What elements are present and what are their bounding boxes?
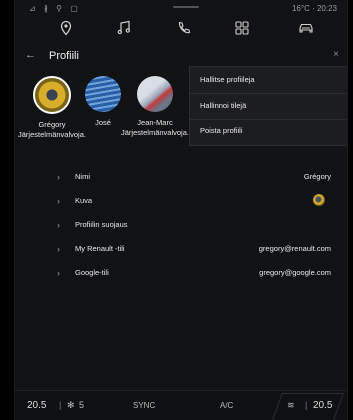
fan-level[interactable]: 5 (79, 400, 84, 410)
setting-label: Google-tili (75, 268, 109, 277)
car-icon[interactable] (297, 20, 315, 38)
profile-options-menu: Hallitse profiileja Hallinnoi tilejä Poi… (189, 66, 347, 146)
setting-label: Kuva (75, 196, 93, 205)
chevron-right-icon: › (57, 196, 60, 206)
page-title: Profiili (49, 50, 79, 62)
profile-name: Jean-Marc (137, 118, 173, 127)
chevron-right-icon: › (57, 172, 60, 182)
profile-role: Järjestelmänvalvoja. (18, 130, 86, 139)
profile-role: Järjestelmänvalvoja. (121, 128, 189, 137)
setting-value: gregory@google.com (259, 268, 331, 277)
seat-heat-icon[interactable]: ≋ (287, 400, 295, 411)
active-tab-outline (272, 393, 344, 420)
avatar (137, 76, 173, 112)
menu-item-delete-profile[interactable]: Poista profiili (200, 126, 243, 135)
setting-label: My Renault -tili (75, 244, 125, 253)
menu-item-manage-profiles[interactable]: Hallitse profiileja (200, 75, 255, 84)
chevron-right-icon: › (57, 220, 60, 230)
phone-icon[interactable] (175, 20, 193, 38)
fan-icon[interactable]: ✻ (67, 400, 75, 411)
apps-grid-icon[interactable] (233, 20, 251, 38)
ac-button[interactable]: A/C (220, 401, 233, 410)
setting-row-renault-account[interactable]: › My Renault -tili gregory@renault.com (15, 238, 347, 262)
setting-label: Profiilin suojaus (75, 220, 128, 229)
divider (190, 93, 347, 94)
setting-row-google-account[interactable]: › Google-tili gregory@google.com (15, 262, 347, 286)
profile-jean-marc[interactable]: Jean-Marc Järjestelmänvalvoja. (115, 76, 195, 138)
back-arrow-icon[interactable]: ← (25, 49, 36, 61)
chevron-right-icon: › (57, 244, 60, 254)
status-icons: ⊿ ∦ ⚲ ▢ (29, 4, 81, 13)
setting-value: Grégory (303, 172, 331, 181)
setting-row-picture[interactable]: › Kuva (15, 190, 347, 214)
setting-value: gregory@renault.com (258, 244, 331, 253)
handle-bar (173, 6, 199, 8)
music-icon[interactable] (115, 20, 133, 38)
divider: | (59, 400, 62, 410)
location-pin-icon[interactable] (57, 20, 75, 38)
temp-time: 16°C · 20:23 (291, 4, 337, 13)
chevron-right-icon: › (57, 268, 60, 278)
status-bar: ⊿ ∦ ⚲ ▢ 16°C · 20:23 (15, 0, 347, 16)
profile-picture-thumbnail (313, 194, 325, 206)
divider: | (305, 400, 308, 410)
divider (190, 119, 347, 120)
sync-button[interactable]: SYNC (133, 401, 155, 410)
setting-row-profile-protection[interactable]: › Profiilin suojaus (15, 214, 347, 238)
menu-item-manage-accounts[interactable]: Hallinnoi tilejä (200, 101, 246, 110)
left-temperature[interactable]: 20.5 (27, 400, 46, 411)
page-header: ← Profiili × (15, 46, 347, 68)
top-navigation (15, 16, 347, 42)
setting-row-name[interactable]: › Nimi Grégory (15, 166, 347, 190)
setting-label: Nimi (75, 172, 90, 181)
right-temperature[interactable]: 20.5 (313, 400, 332, 411)
climate-bar: 20.5 | ✻ 5 SYNC A/C ≋ | 20.5 (15, 390, 347, 420)
app-window: ⊿ ∦ ⚲ ▢ 16°C · 20:23 ← Profiili × Grégor… (14, 0, 348, 420)
close-icon[interactable]: × (333, 49, 339, 60)
